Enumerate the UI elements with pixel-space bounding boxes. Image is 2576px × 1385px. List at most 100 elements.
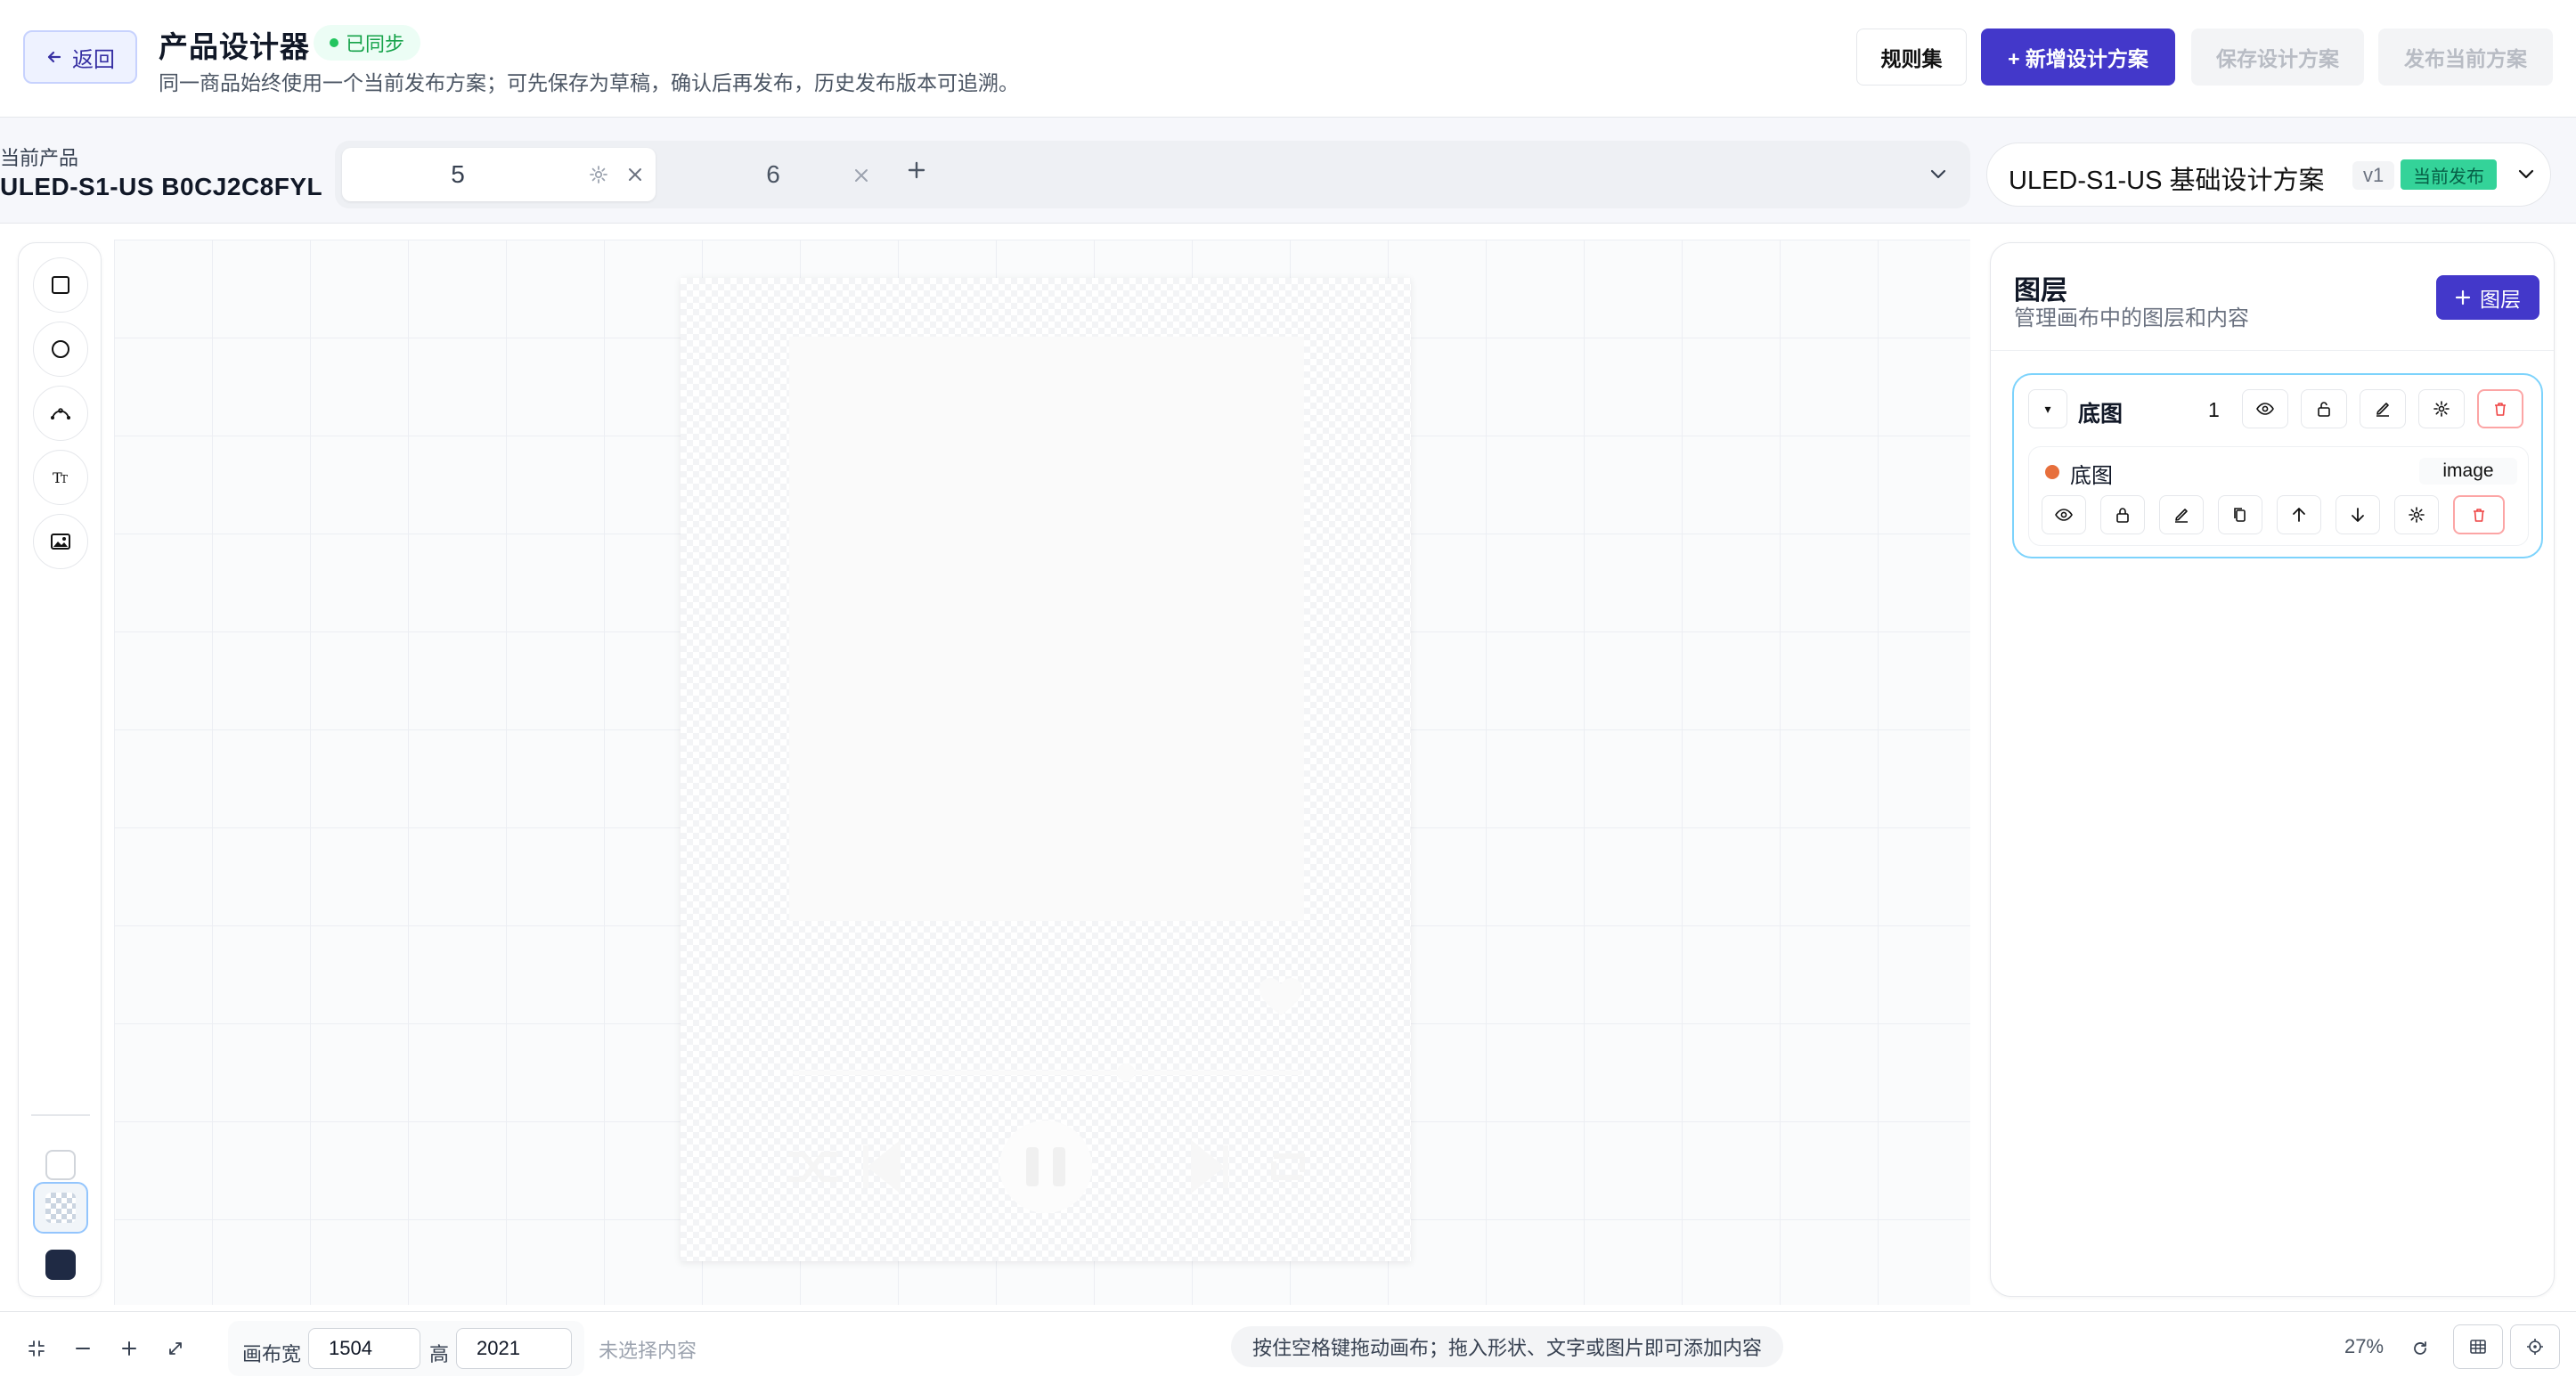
collapse-caret-icon[interactable]: ▾: [2028, 389, 2067, 428]
background-dark-swatch[interactable]: [45, 1250, 76, 1280]
gear-icon[interactable]: [588, 164, 609, 185]
shape-toolbox: TT: [18, 242, 102, 1297]
background-transparent-swatch[interactable]: [33, 1182, 88, 1234]
back-label: 返回: [72, 47, 115, 72]
save-scheme-button[interactable]: 保存设计方案: [2191, 29, 2364, 86]
checkerboard-icon: [45, 1193, 76, 1223]
tab-5[interactable]: 5: [342, 148, 656, 201]
canvas-height-label: 高: [429, 1343, 450, 1365]
circle-tool[interactable]: [33, 322, 88, 377]
chevron-down-icon: [2518, 169, 2534, 179]
scheme-status-badge: 当前发布: [2401, 159, 2497, 190]
rectangle-tool[interactable]: [33, 257, 88, 313]
tab-label: 5: [451, 160, 465, 188]
status-dot-icon: [330, 38, 338, 47]
layer-visibility-button[interactable]: [2042, 495, 2086, 534]
heart-icon: [1259, 978, 1302, 1015]
group-edit-button[interactable]: [2360, 389, 2406, 428]
layer-edit-button[interactable]: [2159, 495, 2204, 534]
layer-type-badge: image: [2419, 458, 2517, 485]
layer-lock-button[interactable]: [2100, 495, 2145, 534]
publish-scheme-button[interactable]: 发布当前方案: [2378, 29, 2553, 86]
canvas-width-input[interactable]: 1504: [308, 1328, 420, 1369]
page-title: 产品设计器: [159, 30, 310, 63]
sync-status-badge: 已同步: [314, 25, 421, 61]
canvas-hint: 按住空格键拖动画布；拖入形状、文字或图片即可添加内容: [1231, 1326, 1783, 1367]
pencil-icon: [2376, 403, 2389, 417]
group-visibility-button[interactable]: [2242, 389, 2288, 428]
copy-icon: [2234, 508, 2246, 522]
path-tool[interactable]: [33, 386, 88, 441]
grid-icon: [2470, 1340, 2486, 1354]
trash-icon: [2495, 403, 2506, 416]
arrow-left-icon: [47, 51, 61, 63]
top-header: 返回 产品设计器 已同步 同一商品始终使用一个当前发布方案；可先保存为草稿，确认…: [0, 0, 2576, 118]
rules-button[interactable]: 规则集: [1856, 29, 1967, 86]
layer-item-name: 底图: [2070, 464, 2113, 488]
scheme-name: ULED-S1-US 基础设计方案: [2009, 167, 2325, 195]
image-tool[interactable]: [33, 514, 88, 569]
zoom-in-button[interactable]: [116, 1335, 143, 1362]
grid-toggle[interactable]: [2453, 1324, 2503, 1369]
add-layer-button[interactable]: 图层: [2436, 275, 2539, 320]
back-button[interactable]: 返回: [23, 30, 137, 84]
layer-move-down-button[interactable]: [2336, 495, 2380, 534]
layer-delete-button[interactable]: [2453, 495, 2505, 534]
reset-zoom-button[interactable]: [2407, 1335, 2433, 1362]
close-icon[interactable]: [852, 166, 871, 185]
eye-icon: [2256, 403, 2274, 415]
tab-label: 6: [766, 160, 780, 188]
layers-panel-subtitle: 管理画布中的图层和内容: [2014, 306, 2249, 330]
collapse-icon: [29, 1340, 45, 1356]
progress-knob: [1117, 1063, 1135, 1081]
layer-move-up-button[interactable]: [2277, 495, 2321, 534]
group-lock-button[interactable]: [2301, 389, 2347, 428]
tab-6[interactable]: 6: [666, 148, 871, 201]
minus-icon: [76, 1348, 90, 1349]
layer-item[interactable]: 底图 image: [2028, 446, 2529, 546]
plus-icon: [122, 1341, 136, 1356]
add-tab-icon[interactable]: [905, 159, 928, 182]
layer-color-dot: [2045, 465, 2059, 479]
layer-duplicate-button[interactable]: [2218, 495, 2262, 534]
panel-divider: [1991, 350, 2554, 351]
arrow-up-icon: [2293, 508, 2305, 522]
design-artboard[interactable]: [681, 278, 1411, 1261]
refresh-icon: [2414, 1341, 2426, 1355]
plus-icon: [2455, 289, 2471, 306]
new-scheme-button[interactable]: + 新增设计方案: [1981, 29, 2175, 86]
progress-track: [793, 1071, 1302, 1075]
selection-status: 未选择内容: [599, 1340, 697, 1362]
layer-group-count: 1: [2208, 398, 2220, 421]
chevron-down-icon[interactable]: [1926, 162, 1951, 187]
layers-panel: 图层 管理画布中的图层和内容 图层 ▾ 底图 1 底图 image: [1990, 242, 2555, 1297]
layer-settings-button[interactable]: [2394, 495, 2439, 534]
gear-icon: [2409, 507, 2425, 523]
canvas-size-controls: 画布宽 1504 高 2021: [228, 1321, 584, 1376]
add-layer-label: 图层: [2480, 288, 2521, 311]
media-controls-icon: [788, 1120, 1305, 1213]
text-tool[interactable]: TT: [33, 450, 88, 505]
snap-toggle[interactable]: [2510, 1324, 2560, 1369]
layer-group[interactable]: ▾ 底图 1 底图 image: [2012, 373, 2543, 558]
lock-icon: [2116, 508, 2129, 523]
bezier-curve-icon: [51, 408, 70, 420]
canvas-width-label: 画布宽: [242, 1343, 302, 1365]
page-subtitle: 同一商品始终使用一个当前发布方案；可先保存为草稿，确认后再发布，历史发布版本可追…: [159, 71, 1019, 94]
pencil-icon: [2175, 509, 2188, 523]
player-controls: [779, 1112, 1313, 1222]
zoom-out-button[interactable]: [69, 1335, 96, 1362]
close-icon[interactable]: [625, 165, 645, 184]
toolbox-divider: [31, 1114, 90, 1116]
unlock-icon: [2318, 402, 2330, 417]
background-white-swatch[interactable]: [45, 1150, 76, 1180]
scheme-selector[interactable]: ULED-S1-US 基础设计方案 v1 当前发布: [1986, 143, 2551, 207]
expand-button[interactable]: [162, 1335, 189, 1362]
group-settings-button[interactable]: [2418, 389, 2465, 428]
canvas-height-input[interactable]: 2021: [456, 1328, 572, 1369]
group-delete-button[interactable]: [2477, 389, 2523, 428]
fit-screen-button[interactable]: [23, 1335, 50, 1362]
svg-text:T: T: [61, 473, 68, 485]
scheme-version-badge: v1: [2352, 161, 2395, 190]
square-icon: [52, 276, 69, 294]
